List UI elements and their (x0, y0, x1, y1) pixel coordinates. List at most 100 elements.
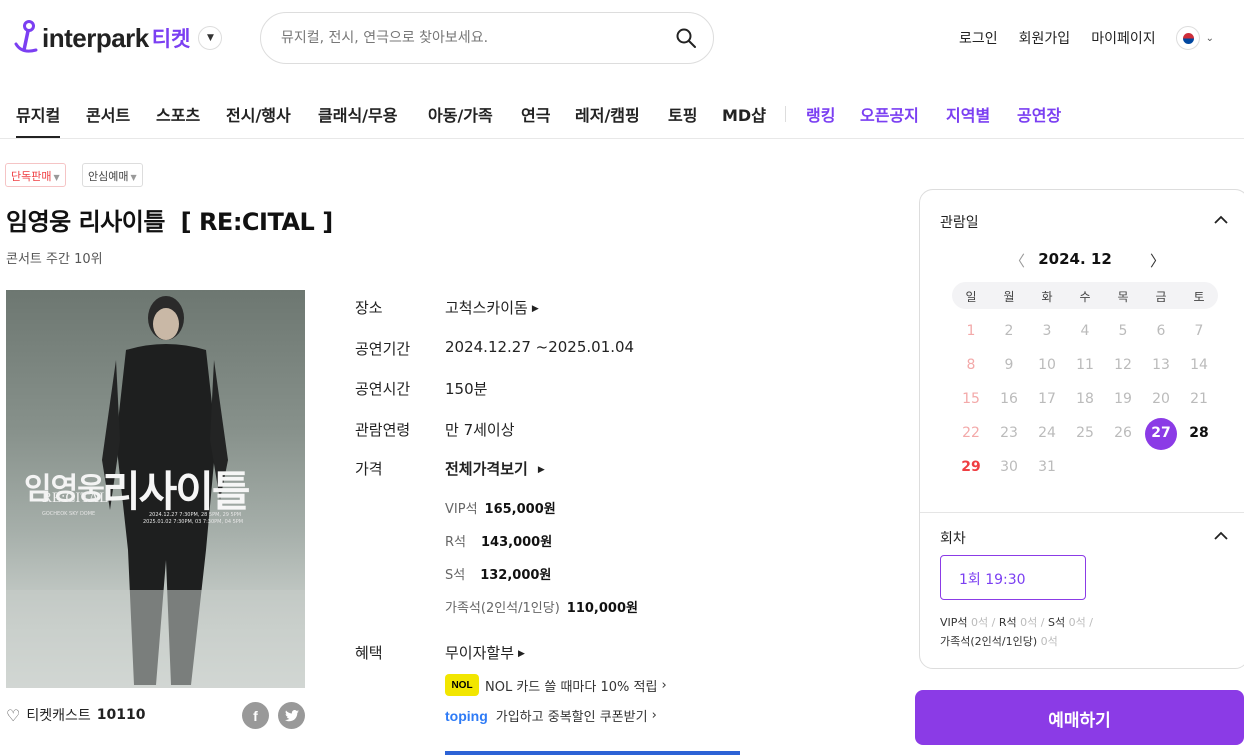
calendar-day-26: 26 (1114, 425, 1132, 441)
calendar-day-27[interactable]: 27 (1142, 425, 1180, 441)
age-label: 관람연령 (355, 421, 411, 439)
caret-down-icon: ▼ (130, 173, 137, 182)
nav-play[interactable]: 연극 (521, 102, 550, 138)
calendar-day-21: 21 (1190, 391, 1208, 407)
logo[interactable]: interpark 티켓 ▼ (14, 20, 223, 56)
book-button[interactable]: 예매하기 (915, 690, 1244, 745)
weekday-label: 목 (1117, 290, 1129, 304)
nav-sports[interactable]: 스포츠 (156, 102, 200, 138)
calendar-day-3: 3 (1042, 323, 1052, 339)
next-month-icon[interactable]: 〉 (1150, 250, 1165, 271)
logo-mark-icon (14, 20, 40, 56)
runtime-value: 150분 (445, 380, 488, 398)
logo-dropdown-icon[interactable]: ▼ (198, 26, 223, 50)
twitter-icon[interactable] (278, 702, 305, 729)
calendar-day-29[interactable]: 29 (952, 459, 990, 475)
price-row: VIP석 165,000원 (445, 498, 556, 517)
poster-recital-en: RE:CITAL (42, 490, 109, 506)
booking-panel: 관람일 〈 2024. 12 〉 일 월 화 수 목 금 토 123456789… (919, 189, 1244, 669)
chevron-down-icon[interactable]: ⌄ (1206, 33, 1214, 44)
calendar-day-14: 14 (1190, 357, 1208, 373)
poster-venue: GOCHEOK SKY DOME (42, 511, 96, 517)
calendar-day-6: 6 (1156, 323, 1166, 339)
top-links: 로그인 회원가입 마이페이지 ⌄ (938, 26, 1214, 50)
nav-leisure[interactable]: 레저/캠핑 (575, 102, 640, 138)
period-value: 2024.12.27 ~2025.01.04 (445, 338, 635, 356)
blue-banner-edge (445, 751, 740, 755)
venue-label: 장소 (355, 299, 383, 317)
toping-benefit[interactable]: toping 가입하고 중복할인 쿠폰받기 › (445, 706, 657, 726)
venue-link[interactable]: 고척스카이돔 ▶ (445, 297, 539, 318)
price-name: VIP석 (445, 502, 478, 517)
logo-ticket-text: 티켓 (151, 27, 191, 51)
nav-exhibition[interactable]: 전시/행사 (226, 102, 291, 138)
calendar-day-28[interactable]: 28 (1180, 425, 1218, 441)
poster-recital-ko: 리사이틀 (102, 467, 251, 516)
safe-booking-badge[interactable]: 안심예매 ▼ (82, 163, 143, 187)
calendar-day-16: 16 (1000, 391, 1018, 407)
signup-link[interactable]: 회원가입 (1019, 28, 1071, 48)
weekday-header: 일 월 화 수 목 금 토 (952, 282, 1218, 309)
venue-value: 고척스카이돔 (445, 299, 528, 317)
poster-dates-2: 2025.01.02 7:30PM, 03 7:30PM, 04 5PM (143, 519, 244, 525)
panel-divider (920, 512, 1244, 513)
poster-dates-1: 2024.12.27 7:30PM, 28 5PM, 29 5PM (149, 512, 242, 518)
price-name: 가족석(2인석/1인당) (445, 601, 560, 616)
chevron-up-icon[interactable] (1214, 531, 1228, 541)
calendar-day-17: 17 (1038, 391, 1056, 407)
search-input[interactable] (281, 27, 661, 49)
korea-flag-icon[interactable] (1175, 26, 1200, 50)
calendar-day-20: 20 (1152, 391, 1170, 407)
exclusive-badge[interactable]: 단독판매 ▼ (5, 163, 66, 187)
nav-toping[interactable]: 토핑 (668, 102, 697, 138)
mypage-link[interactable]: 마이페이지 (1091, 28, 1155, 48)
calendar-day-5: 5 (1118, 323, 1128, 339)
installment-value: 무이자할부 (445, 644, 515, 662)
nav-open-notice[interactable]: 오픈공지 (860, 102, 919, 138)
header: interpark 티켓 ▼ 로그인 회원가입 마이페이지 ⌄ (0, 0, 1244, 76)
calendar-day-25: 25 (1076, 425, 1094, 441)
heart-icon[interactable]: ♡ (6, 706, 20, 725)
calendar-day-12: 12 (1114, 357, 1132, 373)
session-button[interactable]: 1회 19:30 (940, 555, 1086, 600)
login-link[interactable]: 로그인 (959, 28, 998, 48)
nav-venue[interactable]: 공연장 (1017, 102, 1061, 138)
calendar-month: 2024. 12 (1038, 250, 1112, 268)
calendar-day-18: 18 (1076, 391, 1094, 407)
weekday-label: 일 (965, 290, 977, 304)
search-bar (260, 12, 714, 64)
nav-ranking[interactable]: 랭킹 (806, 102, 835, 138)
nav-kids[interactable]: 아동/가족 (428, 102, 493, 138)
calendar-day-19: 19 (1114, 391, 1132, 407)
product-title: 임영웅 리사이틀 [ RE:CITAL ] (6, 208, 333, 236)
calendar-day-24: 24 (1038, 425, 1056, 441)
price-name: R석 (445, 535, 466, 550)
ticket-cast[interactable]: ♡ 티켓캐스트 10110 (6, 705, 145, 725)
product-rank: 콘서트 주간 10위 (6, 252, 103, 267)
nav-mdshop[interactable]: MD샵 (722, 102, 766, 138)
seat-name: 가족석(2인석/1인당) (940, 635, 1038, 648)
nav-musical[interactable]: 뮤지컬 (16, 102, 61, 138)
triangle-right-icon: ▶ (531, 304, 539, 314)
price-all-link[interactable]: 전체가격보기 ▶ (445, 458, 545, 479)
calendar-day-11: 11 (1076, 357, 1094, 373)
poster-image[interactable]: 임영웅 RE:CITAL 리사이틀 GOCHEOK SKY DOME 2024.… (6, 290, 305, 688)
calendar-day-15: 15 (962, 391, 980, 407)
calendar-day-9: 9 (1004, 357, 1014, 373)
calendar-day-2: 2 (1004, 323, 1014, 339)
price-row: R석 143,000원 (445, 531, 552, 550)
session-heading: 회차 (940, 531, 966, 547)
nav-region[interactable]: 지역별 (946, 102, 990, 138)
nav-classic[interactable]: 클래식/무용 (318, 102, 397, 138)
nol-logo-icon: NOL (445, 674, 479, 696)
installment-link[interactable]: 무이자할부 ▶ (445, 642, 525, 663)
price-all-label: 전체가격보기 (445, 460, 528, 478)
facebook-icon[interactable]: f (242, 702, 269, 729)
calendar-day-30: 30 (1000, 459, 1018, 475)
calendar-day-8: 8 (966, 357, 976, 373)
calendar-day-7: 7 (1194, 323, 1204, 339)
nav-concert[interactable]: 콘서트 (86, 102, 130, 138)
nol-benefit[interactable]: NOL NOL 카드 쓸 때마다 10% 적립 › (445, 674, 667, 696)
search-icon[interactable] (675, 27, 697, 49)
chevron-up-icon[interactable] (1214, 215, 1228, 225)
